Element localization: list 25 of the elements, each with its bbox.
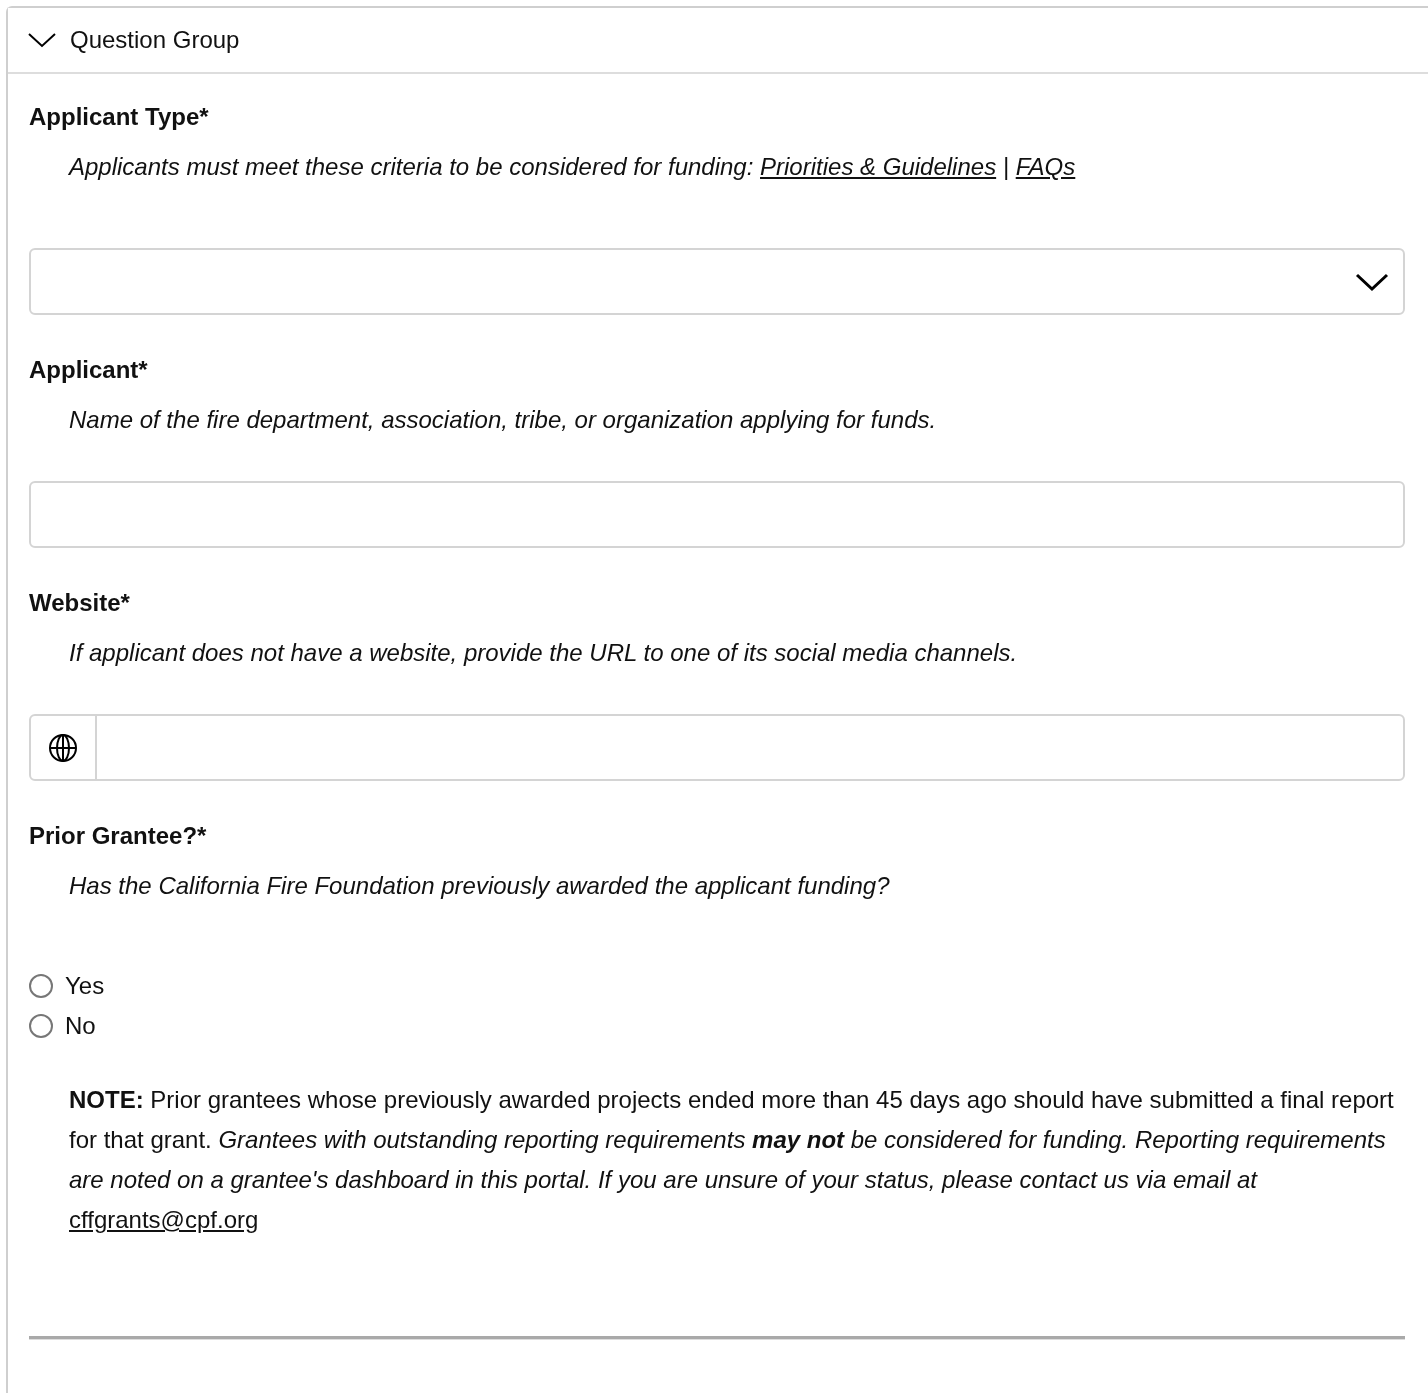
field-description: Applicants must meet these criteria to be considered for funding: Priorities & Guidelines | FAQs — [69, 152, 1077, 182]
chevron-down-icon — [1355, 271, 1389, 292]
website-field[interactable] — [29, 714, 1405, 781]
link[interactable]: Priorities & Guidelines — [760, 153, 997, 180]
option-label: Yes — [65, 971, 105, 1001]
note-text: NOTE: Prior grantees whose previously awarded projects ended more than 45 days ago should have submitted a final report for that grant. Grantees with outstanding reporting requirements may not be considered for funding. Reporting requirements are noted on a grantee's dashboard in this portal. If you are unsure of your status, please contact us via email at cffgrants@cpf.org — [69, 1085, 1395, 1235]
radio-option[interactable]: No — [29, 1006, 96, 1046]
field-label: Website* — [29, 588, 131, 618]
section-header[interactable]: Question Group — [8, 8, 1428, 74]
field-label: Applicant* — [29, 355, 149, 385]
chevron-down-icon — [28, 32, 56, 48]
field-label: Prior Grantee?* — [29, 821, 208, 851]
radio-button[interactable] — [29, 974, 53, 998]
field-description: Name of the fire department, association, tribe, or organization applying for funds. — [69, 405, 938, 435]
option-label: No — [65, 1011, 96, 1041]
link[interactable]: cffgrants@cpf.org — [69, 1206, 259, 1233]
dropdown-field[interactable] — [29, 248, 1405, 315]
field-description: Has the California Fire Foundation previously awarded the applicant funding? — [69, 871, 891, 901]
field-description: If applicant does not have a website, provide the URL to one of its social media channels. — [69, 638, 1019, 668]
radio-button[interactable] — [29, 1014, 53, 1038]
radio-option[interactable]: Yes — [29, 966, 105, 1006]
link[interactable]: FAQs — [1015, 153, 1076, 180]
field-label: Applicant Type* — [29, 102, 210, 132]
globe-icon — [48, 732, 78, 763]
input-field[interactable] — [29, 481, 1405, 548]
